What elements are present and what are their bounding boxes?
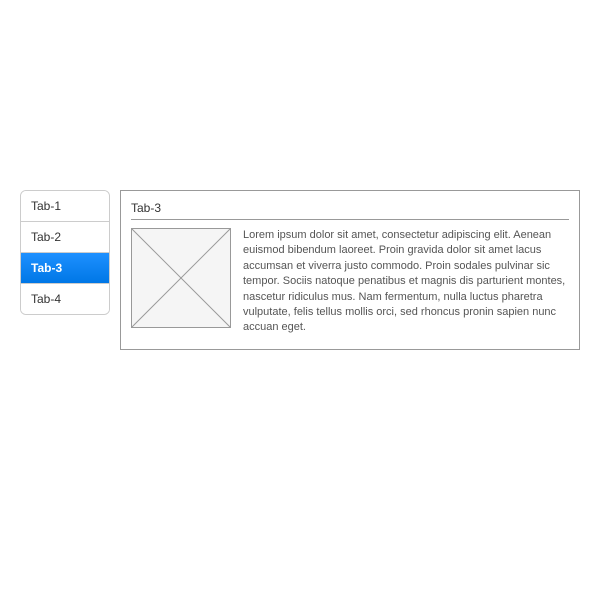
panel-title: Tab-3 [131, 201, 569, 220]
tab-list: Tab-1 Tab-2 Tab-3 Tab-4 [20, 190, 110, 315]
panel-text: Lorem ipsum dolor sit amet, consectetur … [243, 228, 569, 336]
tab-2[interactable]: Tab-2 [21, 222, 109, 253]
tab-4[interactable]: Tab-4 [21, 284, 109, 314]
image-placeholder-icon [131, 228, 231, 328]
tabs-container: Tab-1 Tab-2 Tab-3 Tab-4 Tab-3 Lorem ipsu… [0, 0, 600, 350]
tab-3[interactable]: Tab-3 [21, 253, 109, 284]
tab-1[interactable]: Tab-1 [21, 191, 109, 222]
tab-panel: Tab-3 Lorem ipsum dolor sit amet, consec… [120, 190, 580, 350]
panel-body: Lorem ipsum dolor sit amet, consectetur … [131, 228, 569, 336]
